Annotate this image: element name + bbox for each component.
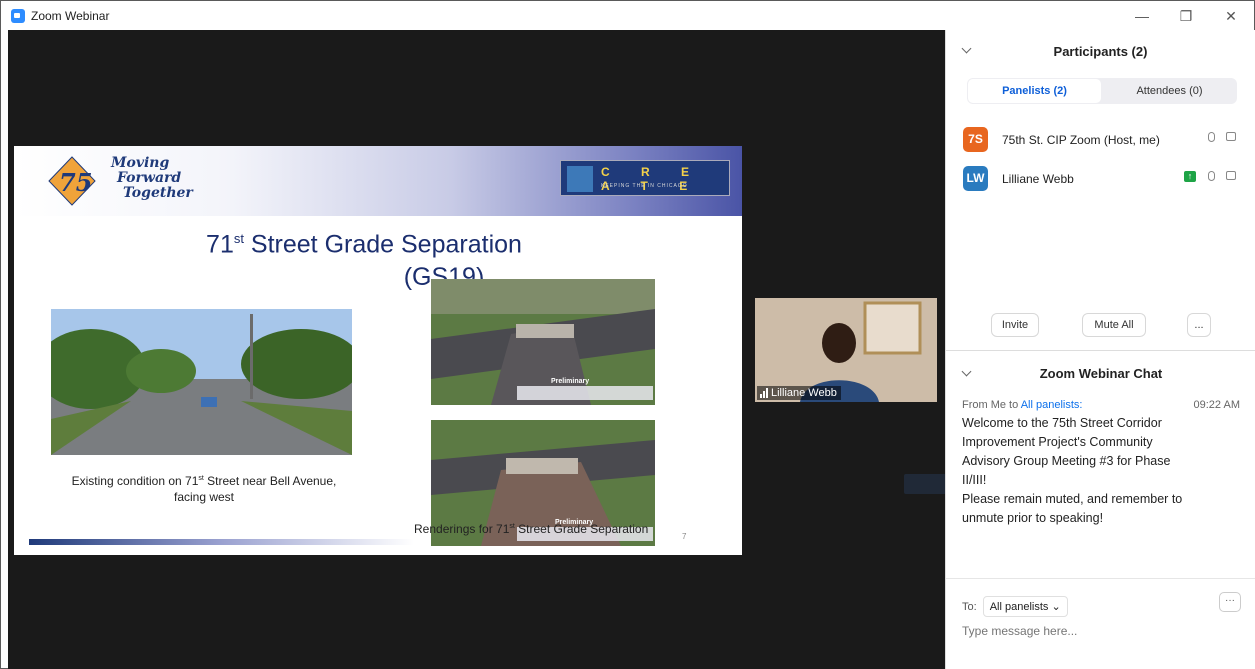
participant-video-tile[interactable]: Lilliane Webb: [755, 298, 937, 402]
slide-page-number: 7: [682, 532, 687, 541]
side-panel: Participants (2) Panelists (2) Attendees…: [945, 30, 1255, 669]
photo-caption: Existing condition on 71st Street near B…: [71, 474, 337, 504]
slide-tagline: Moving Forward Together: [111, 155, 193, 201]
avatar: 7S: [963, 127, 988, 152]
to-label: To:: [962, 600, 977, 613]
title-bar: Zoom Webinar — ❐ ✕: [1, 1, 1254, 30]
svg-text:75: 75: [59, 168, 92, 197]
more-options-button[interactable]: ...: [1187, 313, 1211, 337]
tab-panelists[interactable]: Panelists (2): [968, 79, 1101, 103]
svg-text:Preliminary: Preliminary: [551, 378, 589, 385]
avatar: LW: [963, 166, 988, 191]
invite-button[interactable]: Invite: [991, 313, 1039, 337]
renderings-caption: Renderings for 71st Street Grade Separat…: [414, 522, 649, 536]
camera-icon[interactable]: [1226, 171, 1236, 180]
chevron-down-icon: ⌄: [1051, 601, 1061, 613]
chat-timestamp: 09:22 AM: [1193, 399, 1240, 411]
slide-footer-bar: [29, 539, 414, 545]
75th-street-logo-icon: 75: [48, 156, 96, 206]
chevron-down-icon[interactable]: [961, 366, 972, 377]
video-name-tag: Lilliane Webb: [757, 386, 841, 400]
video-stage: 75 Moving Forward Together C R E A T E K…: [8, 30, 1030, 669]
recipient-dropdown[interactable]: All panelists ⌄: [982, 596, 1068, 617]
chat-input-divider: [946, 578, 1255, 579]
participant-name: 75th St. CIP Zoom (Host, me): [1002, 132, 1160, 147]
participant-row[interactable]: LW Lilliane Webb ↑: [946, 159, 1255, 198]
chat-recipient-link[interactable]: All panelists:: [1021, 399, 1083, 411]
participants-header: Participants (2): [946, 30, 1255, 72]
participant-actions: Invite Mute All ...: [946, 313, 1255, 337]
screen-share-icon: ↑: [1184, 171, 1196, 182]
mute-all-button[interactable]: Mute All: [1082, 313, 1146, 337]
chat-header: Zoom Webinar Chat: [946, 356, 1255, 390]
slide-header: 75 Moving Forward Together C R E A T E K…: [14, 146, 742, 216]
tab-attendees[interactable]: Attendees (0): [1103, 79, 1236, 103]
zoom-app-icon: [11, 8, 25, 23]
rendering-top: Preliminary: [431, 279, 655, 405]
participant-tabs: Panelists (2) Attendees (0): [967, 78, 1237, 104]
shared-screen-slide: 75 Moving Forward Together C R E A T E K…: [14, 146, 742, 555]
chat-message: Welcome to the 75th Street Corridor Impr…: [962, 416, 1183, 525]
microphone-icon[interactable]: [1208, 171, 1215, 181]
chat-message-input[interactable]: [962, 624, 1232, 638]
window-title: Zoom Webinar: [31, 8, 110, 23]
chevron-down-icon[interactable]: [961, 43, 972, 54]
street-photo: [51, 309, 352, 455]
close-icon[interactable]: ✕: [1221, 6, 1241, 26]
participant-name: Lilliane Webb: [1002, 171, 1074, 186]
chat-to-row: To: All panelists ⌄: [962, 596, 1068, 617]
panel-divider: [946, 350, 1255, 351]
camera-icon[interactable]: [1226, 132, 1236, 141]
participant-list: 7S 75th St. CIP Zoom (Host, me) LW Lilli…: [946, 120, 1255, 198]
signal-icon: [760, 388, 768, 398]
zoom-window: Zoom Webinar — ❐ ✕ 75 Moving Forward Tog…: [0, 0, 1255, 669]
chat-more-button[interactable]: ···: [1219, 592, 1241, 612]
minimize-icon[interactable]: —: [1132, 6, 1152, 26]
restore-icon[interactable]: ❐: [1176, 6, 1196, 26]
participant-row[interactable]: 7S 75th St. CIP Zoom (Host, me): [946, 120, 1255, 159]
microphone-icon[interactable]: [1208, 132, 1215, 142]
create-logo: C R E A T E KEEPING THE IN CHICAGO: [560, 160, 730, 196]
chat-message-meta: From Me to All panelists: 09:22 AM: [962, 399, 1240, 411]
